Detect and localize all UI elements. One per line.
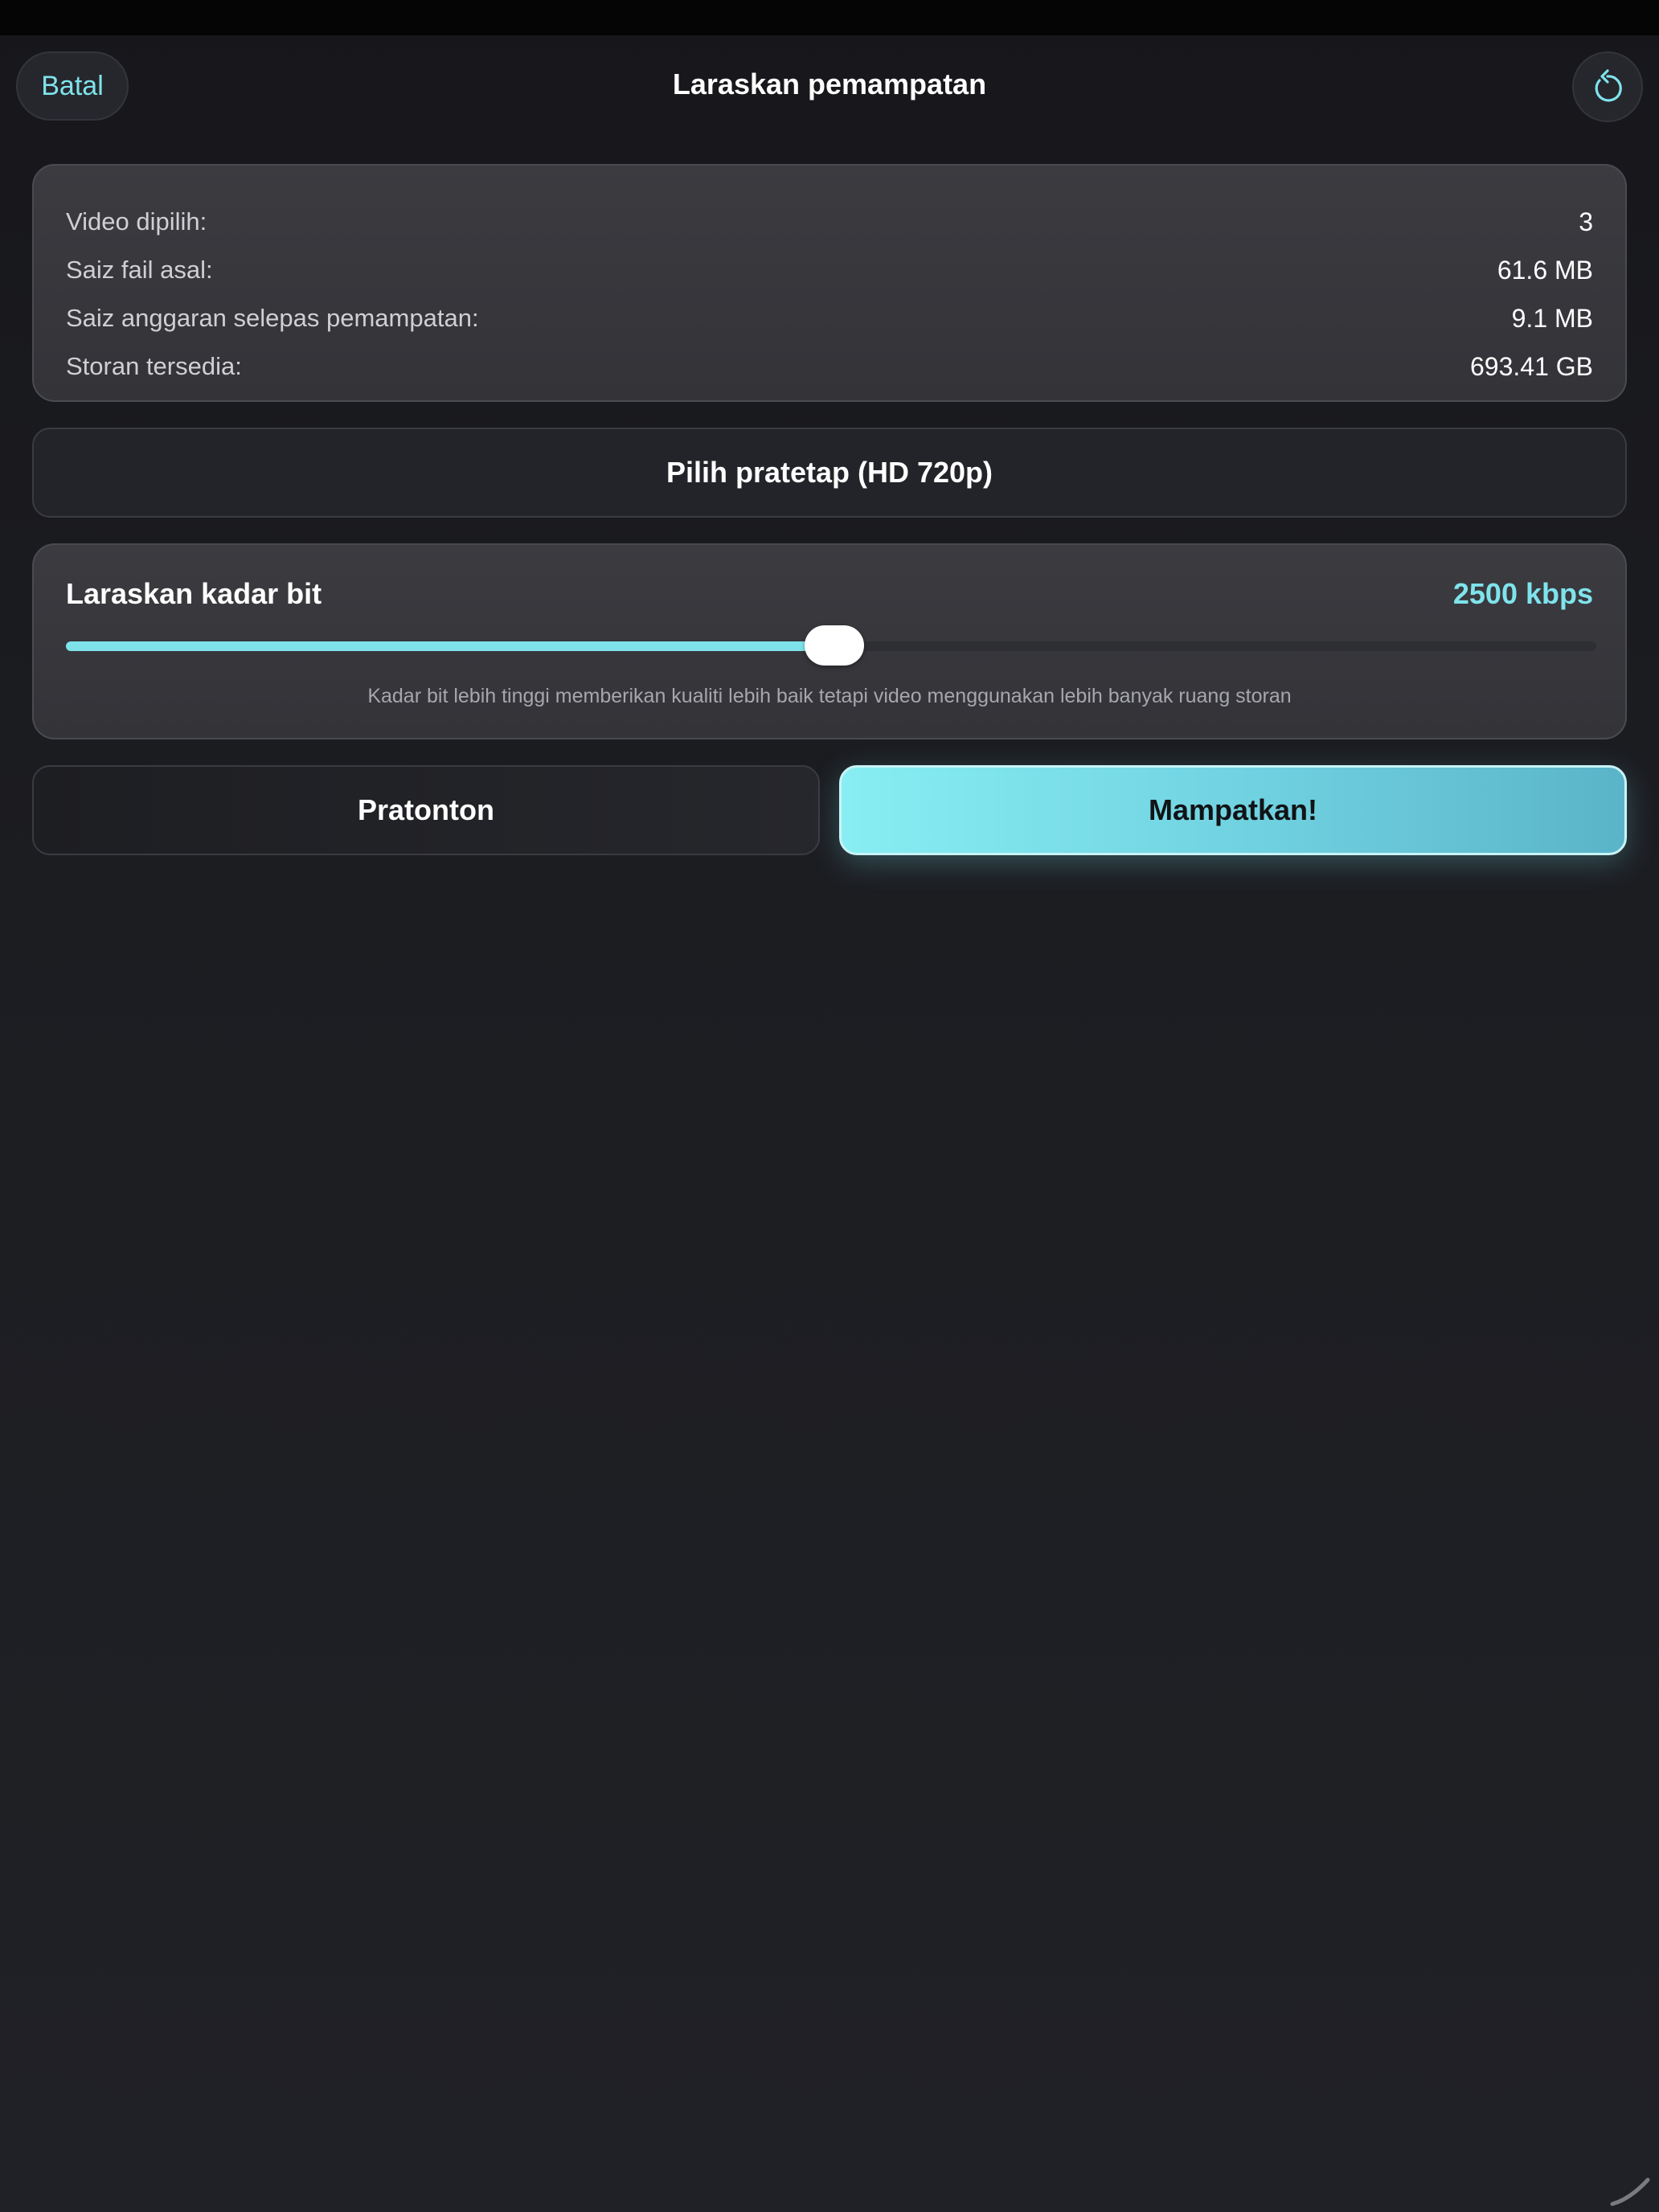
slider-thumb[interactable] [804,625,864,666]
page-title: Laraskan pemampatan [672,68,987,100]
summary-row-estimated-size: Saiz anggaran selepas pemampatan: 9.1 MB [66,294,1593,342]
compress-button[interactable]: Mampatkan! [839,765,1627,855]
preview-button[interactable]: Pratonton [32,765,820,855]
summary-label: Saiz fail asal: [66,256,213,284]
summary-label: Storan tersedia: [66,352,242,380]
rotate-ccw-icon [1595,69,1622,102]
status-bar [0,0,1659,35]
summary-row-available-storage: Storan tersedia: 693.41 GB [66,342,1593,391]
summary-row-selected-videos: Video dipilih: 3 [66,198,1593,246]
select-preset-button[interactable]: Pilih pratetap (HD 720p) [32,428,1627,518]
bitrate-value: 2500 kbps [1452,577,1593,610]
summary-label: Saiz anggaran selepas pemampatan: [66,304,479,332]
summary-card: Video dipilih: 3 Saiz fail asal: 61.6 MB… [32,164,1627,402]
navigation-bar: Batal Laraskan pemampatan [0,35,1659,138]
summary-value: 693.41 GB [1470,351,1593,381]
summary-row-original-size: Saiz fail asal: 61.6 MB [66,246,1593,294]
resize-handle-icon [1610,2177,1650,2206]
bitrate-hint: Kadar bit lebih tinggi memberikan kualit… [367,685,1292,707]
summary-label: Video dipilih: [66,207,207,236]
bitrate-title: Laraskan kadar bit [66,577,322,610]
bitrate-slider[interactable] [66,625,1596,666]
reset-button[interactable] [1572,51,1643,122]
summary-value: 9.1 MB [1511,303,1593,333]
summary-value: 3 [1579,207,1593,236]
bitrate-card: Laraskan kadar bit 2500 kbps Kadar bit l… [32,543,1627,739]
summary-value: 61.6 MB [1497,255,1593,285]
slider-fill [66,641,834,651]
